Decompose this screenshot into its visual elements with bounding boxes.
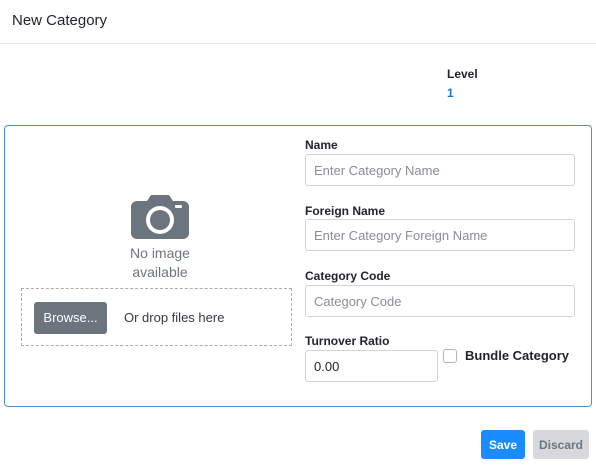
no-image-text: No image available: [105, 244, 215, 282]
bundle-category-label[interactable]: Bundle Category: [465, 348, 569, 363]
image-placeholder: No image available: [105, 193, 215, 282]
file-dropzone[interactable]: Browse... Or drop files here: [21, 288, 292, 346]
level-info: Level 1: [447, 67, 478, 100]
turnover-ratio-label: Turnover Ratio: [305, 334, 390, 348]
page-header: New Category: [0, 0, 596, 44]
turnover-ratio-input[interactable]: [305, 350, 438, 382]
new-category-page: New Category Level 1 No image available …: [0, 0, 596, 468]
category-code-input[interactable]: [305, 285, 575, 317]
no-image-line1: No image: [130, 245, 190, 261]
level-label: Level: [447, 67, 478, 81]
no-image-line2: available: [132, 264, 188, 280]
browse-button[interactable]: Browse...: [34, 302, 107, 334]
drop-files-text: Or drop files here: [124, 310, 225, 325]
foreign-name-label: Foreign Name: [305, 204, 386, 218]
level-value: 1: [447, 86, 454, 100]
category-form-panel: No image available Browse... Or drop fil…: [4, 125, 592, 407]
page-title: New Category: [12, 12, 108, 29]
bundle-category-checkbox[interactable]: [443, 349, 457, 363]
name-input[interactable]: [305, 154, 575, 186]
name-label: Name: [305, 138, 338, 152]
category-code-label: Category Code: [305, 269, 391, 283]
save-button[interactable]: Save: [481, 430, 525, 459]
foreign-name-input[interactable]: [305, 219, 575, 251]
discard-button[interactable]: Discard: [533, 430, 589, 459]
camera-icon: [131, 195, 189, 239]
